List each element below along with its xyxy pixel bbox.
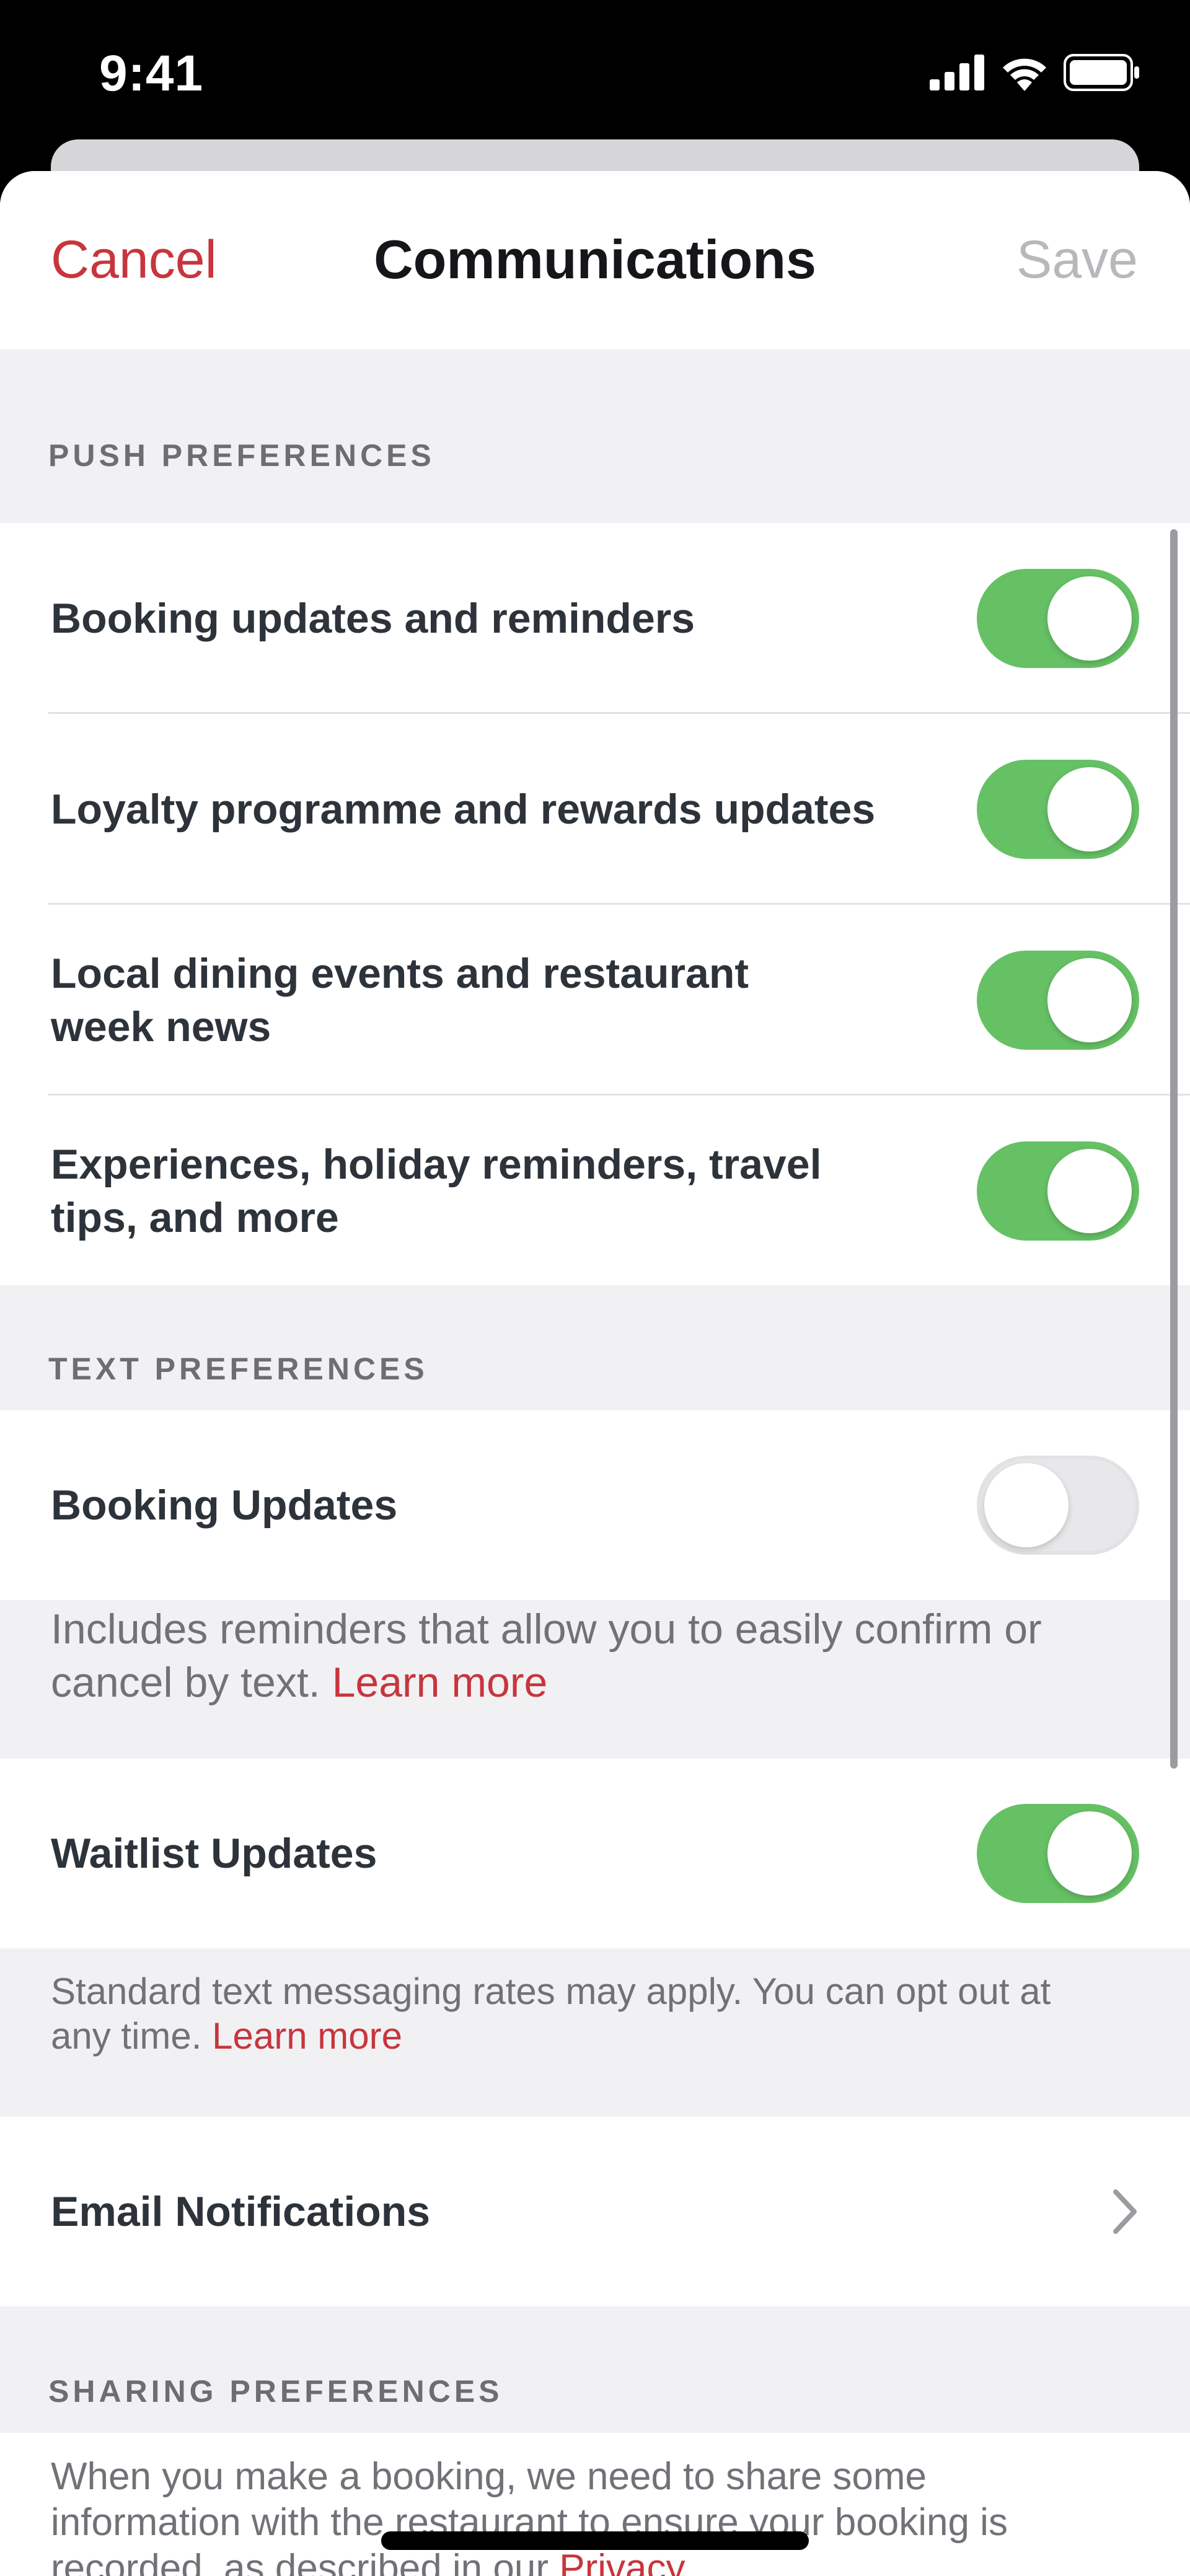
toggle-knob: [1047, 1811, 1132, 1896]
save-button[interactable]: Save: [1016, 229, 1138, 291]
email-notifications-label: Email Notifications: [51, 2188, 431, 2235]
text-waitlist-updates-toggle[interactable]: [977, 1804, 1139, 1903]
toggle-knob: [1047, 1149, 1132, 1233]
toggle-knob: [1047, 958, 1132, 1042]
status-bar: 9:41: [0, 0, 1190, 143]
scrollbar[interactable]: [1170, 529, 1178, 1769]
booking-updates-learn-more-link[interactable]: Learn more: [332, 1659, 548, 1706]
page-title: Communications: [374, 229, 816, 290]
email-notifications-row[interactable]: Email Notifications: [0, 2117, 1190, 2306]
push-preferences-header: PUSH PREFERENCES: [48, 438, 435, 473]
status-time: 9:41: [99, 45, 204, 102]
push-booking-updates-row[interactable]: Booking updates and reminders: [0, 523, 1190, 714]
sharing-preferences-header: SHARING PREFERENCES: [48, 2374, 503, 2409]
text-waitlist-updates-label: Waitlist Updates: [51, 1830, 377, 1877]
text-booking-updates-label: Booking Updates: [51, 1482, 398, 1529]
waitlist-updates-note: Standard text messaging rates may apply.…: [51, 1969, 1104, 2059]
push-experiences-label: Experiences, holiday reminders, travel t…: [51, 1141, 822, 1241]
push-booking-updates-label: Booking updates and reminders: [51, 595, 695, 642]
push-loyalty-row[interactable]: Loyalty programme and rewards updates: [0, 714, 1190, 905]
toggle-knob: [1047, 576, 1132, 661]
text-preferences-header: TEXT PREFERENCES: [48, 1352, 428, 1386]
battery-icon: [1064, 54, 1139, 91]
text-waitlist-updates-row[interactable]: Waitlist Updates: [0, 1759, 1190, 1948]
push-local-dining-label: Local dining events and restaurant week …: [51, 950, 749, 1050]
sharing-preferences-text: When you make a booking, we need to shar…: [51, 2454, 1018, 2576]
booking-updates-note: Includes reminders that allow you to eas…: [51, 1602, 1104, 1709]
waitlist-updates-learn-more-link[interactable]: Learn more: [212, 2015, 402, 2057]
home-indicator[interactable]: [381, 2531, 809, 2550]
push-loyalty-label: Loyalty programme and rewards updates: [51, 786, 876, 833]
push-booking-updates-toggle[interactable]: [977, 569, 1139, 668]
push-experiences-row[interactable]: Experiences, holiday reminders, travel t…: [0, 1096, 1190, 1285]
push-loyalty-toggle[interactable]: [977, 760, 1139, 859]
toggle-knob: [984, 1463, 1069, 1547]
chevron-right-icon: [1113, 2189, 1137, 2234]
push-local-dining-row[interactable]: Local dining events and restaurant week …: [0, 905, 1190, 1096]
sharing-preferences-row: When you make a booking, we need to shar…: [0, 2433, 1190, 2576]
sharing-preferences-body: When you make a booking, we need to shar…: [51, 2455, 1008, 2576]
push-local-dining-toggle[interactable]: [977, 951, 1139, 1050]
status-icons: [930, 51, 1140, 94]
waitlist-updates-note-text: Standard text messaging rates may apply.…: [51, 1971, 1051, 2057]
signal-icon: [930, 55, 984, 90]
nav-bar: Cancel Communications Save: [0, 171, 1190, 349]
text-booking-updates-toggle[interactable]: [977, 1456, 1139, 1555]
wifi-icon: [1003, 58, 1046, 91]
text-booking-updates-row[interactable]: Booking Updates: [0, 1410, 1190, 1600]
push-experiences-toggle[interactable]: [977, 1141, 1139, 1241]
communications-sheet: Cancel Communications Save PUSH PREFEREN…: [0, 171, 1190, 2576]
toggle-knob: [1047, 767, 1132, 851]
privacy-link[interactable]: Privacy: [559, 2547, 685, 2576]
